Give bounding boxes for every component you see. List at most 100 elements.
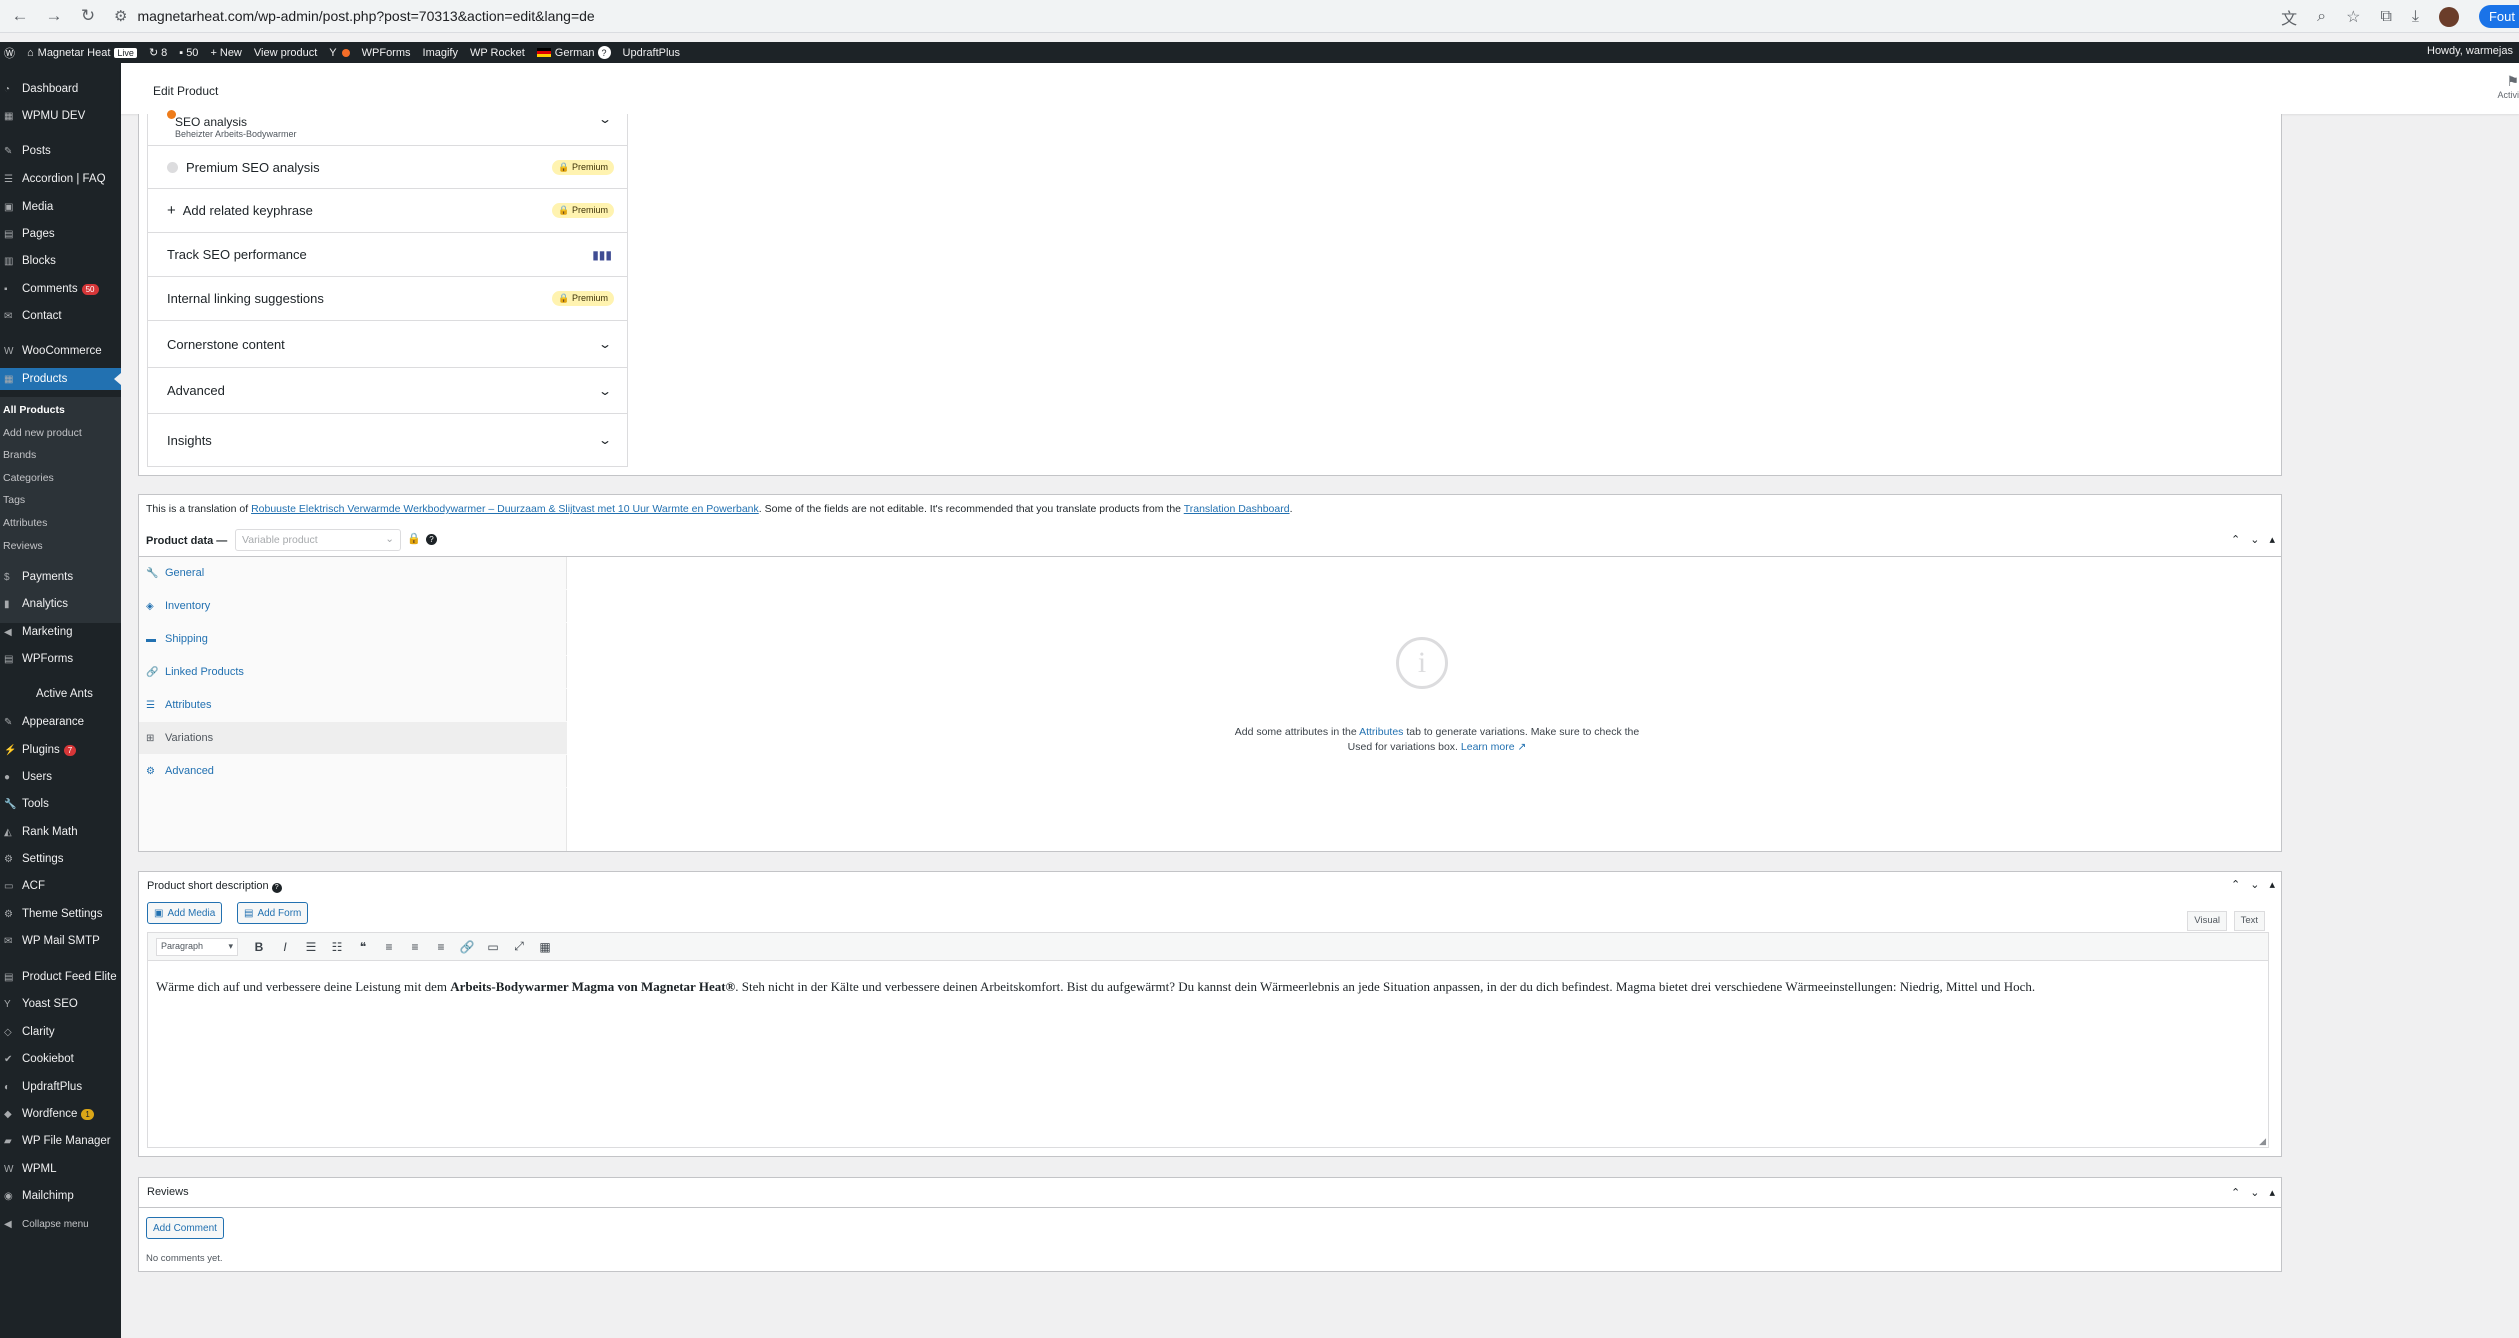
editor-content[interactable]: Wärme dich auf und verbessere deine Leis… (156, 979, 2035, 995)
move-up-icon[interactable]: ⌃ (2231, 533, 2240, 546)
address-bar[interactable]: ⚙ magnetarheat.com/wp-admin/post.php?pos… (114, 3, 2414, 29)
sidebar-item-wpml[interactable]: W WPML (0, 1158, 121, 1180)
sidebar-item-clarity[interactable]: ◇ Clarity (0, 1021, 121, 1043)
seo-analysis-section[interactable]: SEO analysis Beheizter Arbeits-Bodywarme… (148, 110, 627, 146)
submenu-item-brands[interactable]: Brands (0, 446, 121, 464)
italic-icon[interactable]: I (272, 940, 298, 954)
numbered-list-icon[interactable]: ☷ (324, 940, 350, 954)
sidebar-item-accordion-faq[interactable]: ☰ Accordion | FAQ (0, 168, 121, 190)
sidebar-item-comments[interactable]: ▪ Comments 50 (0, 278, 121, 300)
advanced-row[interactable]: Advanced ⌄ (148, 368, 627, 414)
sidebar-item-pages[interactable]: ▤ Pages (0, 223, 121, 245)
submenu-item-categories[interactable]: Categories (0, 469, 121, 487)
sidebar-item-wp-mail-smtp[interactable]: ✉ WP Mail SMTP (0, 930, 121, 952)
tab-linked-products[interactable]: 🔗 Linked Products (139, 656, 567, 689)
resize-handle-icon[interactable]: ◢ (2259, 1136, 2266, 1147)
sidebar-item-mailchimp[interactable]: ◉ Mailchimp (0, 1185, 121, 1207)
sidebar-item-blocks[interactable]: ▥ Blocks (0, 250, 121, 272)
move-up-icon[interactable]: ⌃ (2231, 1186, 2240, 1199)
sidebar-item-media[interactable]: ▣ Media (0, 196, 121, 218)
move-up-icon[interactable]: ⌃ (2231, 878, 2240, 891)
submenu-item-reviews[interactable]: Reviews (0, 537, 121, 555)
updraftplus-adminbar-link[interactable]: UpdraftPlus (623, 47, 680, 59)
add-form-button[interactable]: ▤ Add Form (237, 902, 309, 924)
translation-dashboard-link[interactable]: Translation Dashboard (1184, 503, 1290, 515)
bold-icon[interactable]: B (246, 940, 272, 954)
sidebar-item-analytics[interactable]: ▮ Analytics (0, 593, 121, 615)
sidebar-item-settings[interactable]: ⚙ Settings (0, 848, 121, 870)
forward-icon[interactable]: → (40, 2, 68, 30)
tab-attributes[interactable]: ☰ Attributes (139, 689, 567, 722)
site-name-link[interactable]: ⌂ Magnetar Heat Live (27, 47, 137, 59)
wordpress-logo-icon[interactable]: Ⓦ (4, 45, 15, 61)
submenu-item-attributes[interactable]: Attributes (0, 514, 121, 532)
visual-tab[interactable]: Visual (2187, 911, 2227, 931)
zoom-icon[interactable]: ⌕ (2317, 8, 2326, 26)
link-icon[interactable]: 🔗 (454, 940, 480, 954)
profile-avatar[interactable] (2438, 6, 2459, 27)
sidebar-item-collapse-menu[interactable]: ◀ Collapse menu (0, 1213, 121, 1235)
imagify-adminbar-link[interactable]: Imagify (423, 47, 458, 59)
align-right-icon[interactable]: ≡ (428, 940, 454, 954)
submenu-item-tags[interactable]: Tags (0, 491, 121, 509)
sidebar-item-acf[interactable]: ▭ ACF (0, 875, 121, 897)
activity-panel-toggle[interactable]: ⚑ Activi (2497, 73, 2519, 100)
sidebar-item-wpforms[interactable]: ▤ WPForms (0, 648, 121, 670)
howdy-account-link[interactable]: Howdy, warmejas (2427, 45, 2513, 57)
sidebar-item-plugins[interactable]: ⚡ Plugins 7 (0, 739, 121, 761)
sidebar-item-products[interactable]: ▦ Products (0, 368, 121, 390)
download-icon[interactable]: ⤓ (2412, 8, 2419, 26)
toolbar-toggle-icon[interactable]: ▦ (532, 940, 558, 954)
wpforms-adminbar-link[interactable]: WPForms (362, 47, 411, 59)
extensions-icon[interactable]: ⧉ (2380, 8, 2391, 26)
attributes-tab-link[interactable]: Attributes (1359, 726, 1403, 738)
sidebar-item-contact[interactable]: ✉ Contact (0, 305, 121, 327)
sidebar-item-posts[interactable]: ✎ Posts (0, 140, 121, 162)
internal-linking-row[interactable]: Internal linking suggestions 🔒 Premium (148, 277, 627, 321)
sidebar-item-yoast-seo[interactable]: Y Yoast SEO (0, 993, 121, 1015)
submenu-item-add-new-product[interactable]: Add new product (0, 424, 121, 442)
move-down-icon[interactable]: ⌄ (2250, 878, 2259, 891)
sidebar-item-updraftplus[interactable]: ◐ UpdraftPlus (0, 1076, 121, 1098)
reload-icon[interactable]: ↻ (74, 2, 102, 30)
track-seo-performance-row[interactable]: Track SEO performance ▮▮▮ (148, 233, 627, 277)
tab-advanced[interactable]: ⚙ Advanced (139, 755, 567, 788)
yoast-adminbar-icon[interactable]: Y (329, 47, 350, 59)
sidebar-item-cookiebot[interactable]: ✔ Cookiebot (0, 1048, 121, 1070)
bullet-list-icon[interactable]: ☰ (298, 940, 324, 954)
help-icon[interactable]: ? (426, 534, 437, 545)
sidebar-item-marketing[interactable]: ◀ Marketing (0, 621, 121, 643)
sidebar-item-wordfence[interactable]: ◆ Wordfence 1 (0, 1103, 121, 1125)
toggle-panel-icon[interactable]: ▴ (2269, 1186, 2275, 1199)
sidebar-item-appearance[interactable]: ✎ Appearance (0, 711, 121, 733)
original-product-link[interactable]: Robuuste Elektrisch Verwarmde Werkbodywa… (251, 503, 759, 515)
add-comment-button[interactable]: Add Comment (146, 1217, 224, 1239)
submenu-item-all-products[interactable]: All Products (0, 401, 121, 419)
sidebar-item-users[interactable]: ● Users (0, 766, 121, 788)
read-more-icon[interactable]: ▭ (480, 940, 506, 954)
chevron-up-icon[interactable]: ⌄ (598, 112, 612, 126)
comments-link[interactable]: ▪ 50 (179, 47, 198, 59)
sidebar-item-tools[interactable]: 🔧 Tools (0, 793, 121, 815)
align-left-icon[interactable]: ≡ (376, 940, 402, 954)
related-keyphrase-row[interactable]: + Add related keyphrase 🔒 Premium (148, 189, 627, 233)
profile-error-button[interactable]: Fout (2478, 5, 2519, 28)
blockquote-icon[interactable]: ❝ (350, 940, 376, 954)
align-center-icon[interactable]: ≡ (402, 940, 428, 954)
bookmark-star-icon[interactable]: ☆ (2346, 7, 2360, 27)
sidebar-item-product-feed-elite[interactable]: ▤ Product Feed Elite (0, 966, 121, 988)
cornerstone-content-row[interactable]: Cornerstone content ⌄ (148, 321, 627, 368)
site-info-icon[interactable]: ⚙ (114, 7, 127, 25)
text-tab[interactable]: Text (2233, 911, 2265, 931)
fullscreen-icon[interactable]: ⤢ (506, 939, 532, 954)
toggle-panel-icon[interactable]: ▴ (2269, 533, 2275, 546)
tab-general[interactable]: 🔧 General (139, 557, 567, 590)
translate-icon[interactable]: 文 (2281, 5, 2297, 29)
wp-rocket-adminbar-link[interactable]: WP Rocket (470, 47, 525, 59)
view-product-link[interactable]: View product (254, 47, 317, 59)
sidebar-item-active-ants[interactable]: Active Ants (0, 683, 121, 705)
sidebar-item-theme-settings[interactable]: ⚙ Theme Settings (0, 903, 121, 925)
add-media-button[interactable]: ▣ Add Media (147, 902, 223, 924)
format-select[interactable]: Paragraph ▾ (156, 937, 238, 956)
sidebar-item-dashboard[interactable]: ◔ Dashboard (0, 78, 121, 100)
